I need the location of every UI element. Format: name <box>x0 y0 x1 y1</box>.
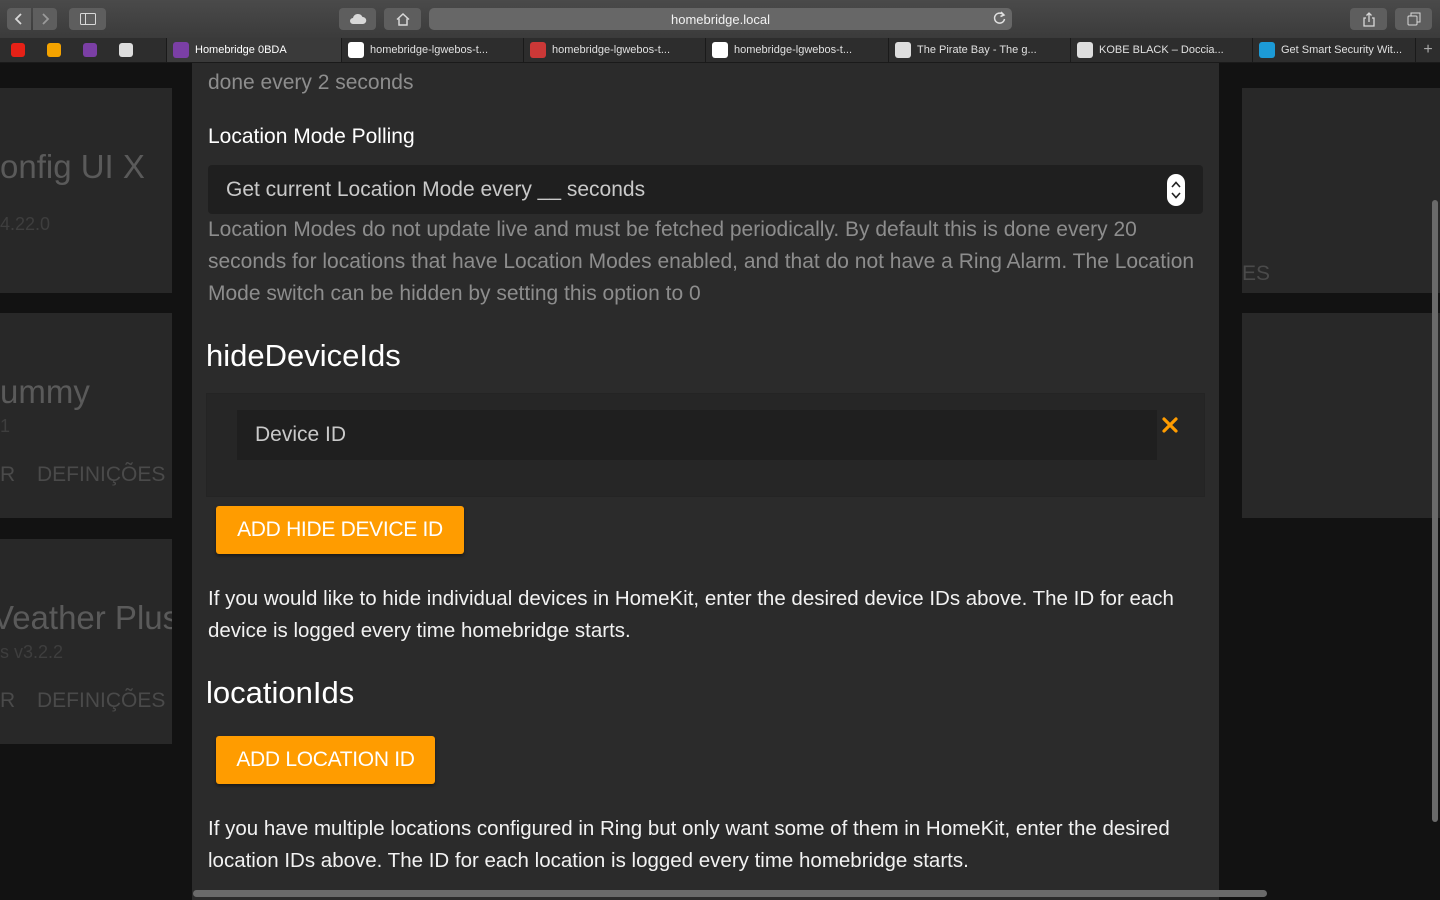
tab-bar: Homebridge 0BDA homebridge-lgwebos-t... ho… <box>0 38 1440 63</box>
location-mode-polling-help: Location Modes do not update live and mu… <box>208 218 1195 305</box>
github-icon <box>348 42 364 58</box>
plugin-version: 4.22.0 <box>0 214 51 234</box>
hide-device-ids-array: Device ID <box>206 393 1205 497</box>
location-ids-description: If you have multiple locations configure… <box>208 817 1170 872</box>
device-id-input[interactable]: Device ID <box>237 410 1157 460</box>
github-icon <box>712 42 728 58</box>
plugin-settings-modal: done every 2 seconds Location Mode Polli… <box>192 63 1219 900</box>
plugin-name: onfig UI X <box>0 148 145 185</box>
hide-device-ids-description: If you would like to hide individual dev… <box>208 587 1174 642</box>
pinned-tab[interactable] <box>117 41 135 59</box>
plugin-card-config-ui-x: onfig UI X 4.22.0 <box>0 88 172 293</box>
close-icon <box>1162 417 1178 433</box>
ring-icon <box>1259 42 1275 58</box>
plugin-name: Veather Plus <box>0 599 172 636</box>
back-button[interactable] <box>7 8 31 30</box>
browser-tab-title: KOBE BLACK – Doccia... <box>1099 44 1224 56</box>
chevron-up-icon <box>1171 181 1181 188</box>
pinned-tab[interactable] <box>81 41 99 59</box>
plugin-card-right-1: ES <box>1242 88 1440 293</box>
browser-tab-title: Get Smart Security Wit... <box>1281 44 1403 56</box>
browser-tab[interactable]: KOBE BLACK – Doccia... <box>1070 38 1252 62</box>
browser-tab[interactable]: homebridge-lgwebos-t... <box>341 38 523 62</box>
globe-icon <box>1077 42 1093 58</box>
horizontal-scrollbar[interactable] <box>193 890 1267 897</box>
browser-tab-title: homebridge-lgwebos-t... <box>370 44 489 56</box>
plugin-settings-link[interactable]: DEFINIÇÕES <box>37 689 165 713</box>
plugin-card-dummy: ummy 1 R DEFINIÇÕES <box>0 313 172 518</box>
pinned-tab[interactable] <box>9 41 27 59</box>
address-text: homebridge.local <box>670 11 770 27</box>
plugin-action-left: R <box>0 463 16 486</box>
add-hide-device-id-button[interactable]: ADD HIDE DEVICE ID <box>216 506 464 554</box>
pirate-ship-icon <box>895 42 911 58</box>
browser-toolbar: homebridge.local <box>0 0 1440 39</box>
vertical-scrollbar[interactable] <box>1432 200 1438 822</box>
home-icon <box>395 12 410 26</box>
location-mode-polling-label: Location Mode Polling <box>208 125 415 148</box>
browser-tab-title: homebridge-lgwebos-t... <box>734 44 853 56</box>
browser-tab-title: The Pirate Bay - The g... <box>917 44 1037 56</box>
plugin-card-weather-plus: Veather Plus s v3.2.2 R DEFINIÇÕES <box>0 539 172 744</box>
browser-tab[interactable]: Get Smart Security Wit... <box>1252 38 1434 62</box>
tab-overview-button[interactable] <box>1395 8 1432 30</box>
brave-lion-icon <box>47 43 61 57</box>
chevron-left-icon <box>14 13 22 25</box>
browser-tab[interactable]: homebridge-lgwebos-t... <box>523 38 705 62</box>
icloud-tabs-button[interactable] <box>339 8 376 30</box>
youtube-icon <box>11 43 25 57</box>
tabs-icon <box>1407 12 1420 26</box>
share-button[interactable] <box>1350 8 1387 30</box>
hide-device-ids-title: hideDeviceIds <box>206 338 401 373</box>
chevron-right-icon <box>42 13 50 25</box>
plugin-name: ummy <box>0 373 90 410</box>
home-button[interactable] <box>384 8 421 30</box>
address-bar[interactable]: homebridge.local <box>429 8 1012 30</box>
sidebar-icon <box>79 13 96 25</box>
cloud-icon <box>349 13 366 24</box>
location-ids-title: locationIds <box>206 675 355 710</box>
device-id-placeholder: Device ID <box>255 423 347 446</box>
number-spinner[interactable] <box>1167 174 1185 206</box>
pinned-tab[interactable] <box>45 41 63 59</box>
library-icon <box>119 43 133 57</box>
previous-field-help: done every 2 seconds <box>208 71 414 94</box>
homebridge-icon <box>83 43 97 57</box>
sidebar-button[interactable] <box>69 8 106 30</box>
reload-icon[interactable] <box>993 11 1006 28</box>
share-icon <box>1362 11 1375 27</box>
remove-item-button[interactable] <box>1158 413 1182 437</box>
browser-tab-title: Homebridge 0BDA <box>195 44 287 56</box>
browser-tab[interactable]: The Pirate Bay - The g... <box>888 38 1070 62</box>
browser-tab[interactable]: homebridge-lgwebos-t... <box>705 38 887 62</box>
chevron-down-icon <box>1171 192 1181 199</box>
plugin-action-partial: ES <box>1242 262 1271 285</box>
plugin-version: 1 <box>0 416 11 436</box>
homebridge-icon <box>173 42 189 58</box>
browser-tab-title: homebridge-lgwebos-t... <box>552 44 671 56</box>
location-mode-polling-placeholder: Get current Location Mode every __ secon… <box>226 177 646 201</box>
plugin-card-right-2 <box>1242 313 1440 518</box>
npm-icon <box>530 42 546 58</box>
plugin-action-left: R <box>0 689 16 712</box>
plugin-version: s v3.2.2 <box>0 642 64 662</box>
new-tab-button[interactable]: + <box>1415 38 1440 62</box>
add-location-id-button[interactable]: ADD LOCATION ID <box>216 736 435 784</box>
forward-button[interactable] <box>33 8 57 30</box>
location-mode-polling-input[interactable]: Get current Location Mode every __ secon… <box>208 165 1203 214</box>
plugin-settings-link[interactable]: DEFINIÇÕES <box>37 463 165 487</box>
browser-tab[interactable]: Homebridge 0BDA <box>166 38 341 62</box>
